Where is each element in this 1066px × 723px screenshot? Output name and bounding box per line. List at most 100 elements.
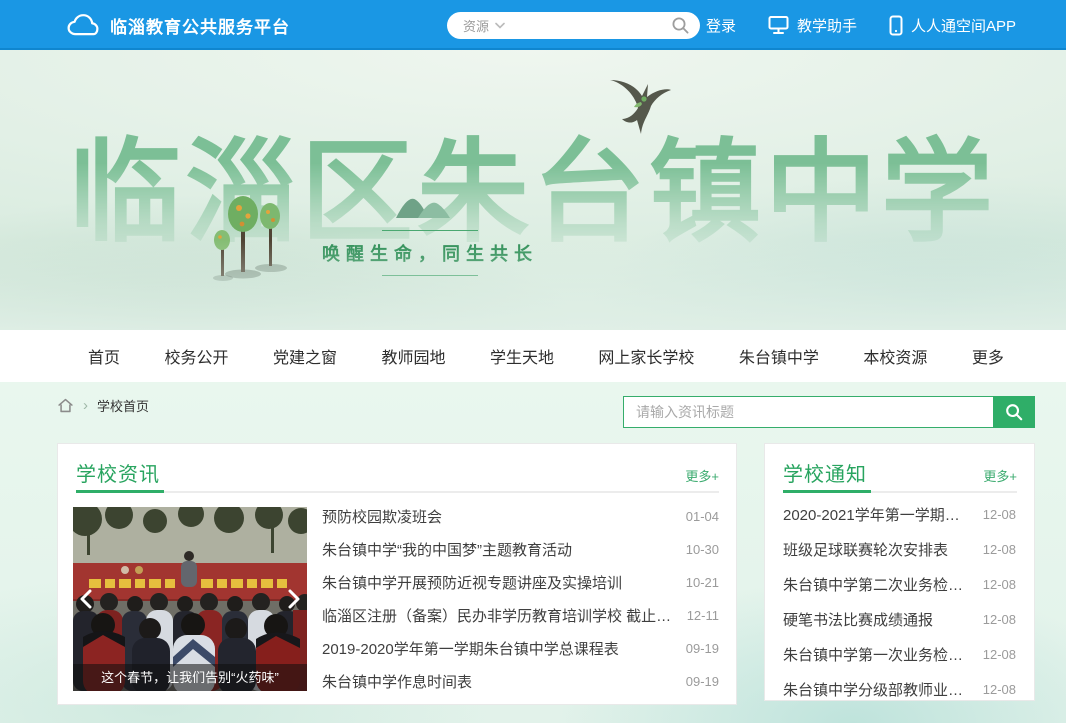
chevron-right-icon [288,589,300,609]
breadcrumb-current: 学校首页 [97,396,149,415]
chevron-down-icon [495,22,505,29]
page: 临淄教育公共服务平台 资源 登录 [0,0,1066,723]
news-list: 预防校园欺凌班会 01-04 朱台镇中学“我的中国梦”主题教育活动 10-30 … [322,506,719,692]
top-bar: 临淄教育公共服务平台 资源 登录 [0,0,1066,50]
cloud-icon [66,12,100,38]
notice-list-item[interactable]: 硬笔书法比赛成绩通报 12-08 [783,609,1016,630]
notice-item-title: 朱台镇中学第二次业务检查的 [783,574,971,595]
carousel-caption: 这个春节，让我们告别“火药味” [73,664,307,691]
notice-list-item[interactable]: 班级足球联赛轮次安排表 12-08 [783,539,1016,560]
login-label: 登录 [706,15,736,36]
news-search-button[interactable] [993,396,1035,428]
nav-item[interactable]: 朱台镇中学 [739,344,819,368]
news-item-date: 10-21 [686,575,719,590]
news-item-date: 01-04 [686,509,719,524]
news-list-item[interactable]: 2019-2020学年第一学期朱台镇中学总课程表 09-19 [322,638,719,659]
renrentong-app-label: 人人通空间APP [911,15,1016,36]
search-icon [671,16,690,35]
platform-name: 临淄教育公共服务平台 [110,13,290,38]
chevron-left-icon [80,589,92,609]
notice-panel-divider [783,491,1017,493]
news-item-date: 12-11 [687,608,719,623]
news-item-title: 朱台镇中学开展预防近视专题讲座及实操培训 [322,572,622,593]
news-item-date: 10-30 [686,542,719,557]
news-panel-title: 学校资讯 [76,458,160,487]
news-more-link[interactable]: 更多+ [685,466,719,485]
nav-item[interactable]: 学生天地 [490,344,554,368]
header-search-input[interactable] [505,18,671,33]
teaching-assistant-link[interactable]: 教学助手 [768,15,857,36]
nav-item[interactable]: 更多 [972,344,1004,368]
notice-more-link[interactable]: 更多+ [983,466,1017,485]
news-item-title: 临淄区注册（备案）民办非学历教育培训学校 截止2019 [322,605,675,626]
notice-panel-head: 学校通知 更多+ [783,458,1017,487]
notice-item-date: 12-08 [983,542,1016,557]
swallow-icon [608,78,672,140]
notice-list: 2020-2021学年第一学期足球 12-08 班级足球联赛轮次安排表 12-0… [783,504,1016,700]
header-search-button[interactable] [671,16,690,35]
nav-item[interactable]: 党建之窗 [273,344,337,368]
school-notice-panel: 学校通知 更多+ 2020-2021学年第一学期足球 12-08 班级足球联赛轮… [764,443,1035,701]
breadcrumb: › 学校首页 [57,396,149,415]
news-item-date: 09-19 [686,641,719,656]
monitor-icon [768,15,789,35]
notice-item-title: 朱台镇中学第一次业务检查的 [783,644,971,665]
search-category-label: 资源 [463,16,489,35]
notice-item-title: 硬笔书法比赛成绩通报 [783,609,933,630]
school-banner: 临淄区朱台镇中学 唤醒生命，同生共长 [0,50,1066,330]
news-item-title: 2019-2020学年第一学期朱台镇中学总课程表 [322,638,619,659]
nav-item[interactable]: 首页 [88,344,120,368]
notice-item-title: 班级足球联赛轮次安排表 [783,539,948,560]
notice-item-date: 12-08 [983,507,1016,522]
news-item-title: 朱台镇中学作息时间表 [322,671,472,692]
notice-list-item[interactable]: 朱台镇中学分级部教师业务展 12-08 [783,679,1016,700]
home-icon[interactable] [57,397,74,414]
mountain-illustration [394,190,452,220]
notice-item-title: 朱台镇中学分级部教师业务展 [783,679,971,700]
banner-slogan: 唤醒生命，同生共长 [300,230,560,276]
news-item-title: 朱台镇中学“我的中国梦”主题教育活动 [322,539,572,560]
school-news-panel: 学校资讯 更多+ [57,443,737,705]
main-nav: 首页 校务公开 党建之窗 教师园地 学生天地 网上家长学校 朱台镇中学 本校资源… [0,330,1066,382]
slogan-bottom-line [382,275,478,276]
breadcrumb-separator-icon: › [83,398,88,413]
news-list-item[interactable]: 预防校园欺凌班会 01-04 [322,506,719,527]
news-item-date: 09-19 [686,674,719,689]
slogan-text: 唤醒生命，同生共长 [322,240,538,266]
nav-item[interactable]: 校务公开 [164,344,228,368]
news-search [623,396,1035,428]
news-item-title: 预防校园欺凌班会 [322,506,442,527]
news-search-input[interactable] [623,396,993,428]
notice-list-item[interactable]: 朱台镇中学第二次业务检查的 12-08 [783,574,1016,595]
nav-item[interactable]: 本校资源 [863,344,927,368]
search-category-dropdown[interactable]: 资源 [463,16,505,35]
notice-list-item[interactable]: 2020-2021学年第一学期足球 12-08 [783,504,1016,525]
phone-icon [889,15,903,36]
notice-item-title: 2020-2021学年第一学期足球 [783,504,971,525]
platform-logo[interactable]: 临淄教育公共服务平台 [66,0,290,50]
notice-item-date: 12-08 [983,577,1016,592]
nav-item[interactable]: 教师园地 [381,344,445,368]
notice-list-item[interactable]: 朱台镇中学第一次业务检查的 12-08 [783,644,1016,665]
top-right-links: 登录 教学助手 人人通空间APP [706,0,1016,50]
slogan-top-line [382,230,478,231]
news-panel-divider [76,491,719,493]
content-area: › 学校首页 学校资讯 更多+ [0,382,1066,723]
nav-item[interactable]: 网上家长学校 [598,344,694,368]
notice-item-date: 12-08 [983,682,1016,697]
renrentong-app-link[interactable]: 人人通空间APP [889,15,1016,36]
notice-panel-title: 学校通知 [783,458,867,487]
carousel-prev-button[interactable] [77,585,95,613]
news-carousel[interactable]: 这个春节，让我们告别“火药味” [73,507,307,691]
news-list-item[interactable]: 临淄区注册（备案）民办非学历教育培训学校 截止2019 12-11 [322,605,719,626]
news-list-item[interactable]: 朱台镇中学开展预防近视专题讲座及实操培训 10-21 [322,572,719,593]
carousel-next-button[interactable] [285,585,303,613]
login-link[interactable]: 登录 [706,15,736,36]
notice-item-date: 12-08 [983,647,1016,662]
trees-illustration [213,182,291,286]
news-list-item[interactable]: 朱台镇中学作息时间表 09-19 [322,671,719,692]
header-search: 资源 [447,12,700,39]
news-list-item[interactable]: 朱台镇中学“我的中国梦”主题教育活动 10-30 [322,539,719,560]
news-panel-head: 学校资讯 更多+ [76,458,719,487]
search-icon [1004,402,1024,422]
